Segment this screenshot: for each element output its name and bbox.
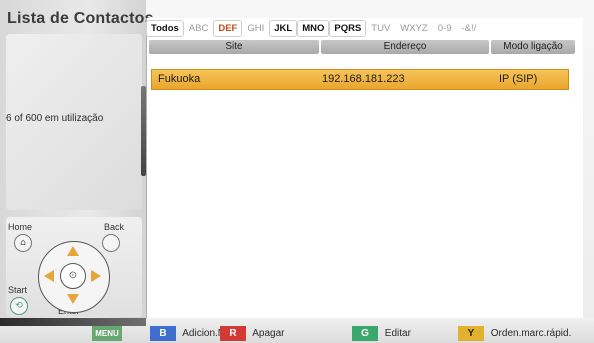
header-site: Site bbox=[149, 40, 319, 54]
y-badge: Y bbox=[458, 326, 484, 341]
header-mode: Modo ligação bbox=[491, 40, 575, 54]
tab-todos[interactable]: Todos bbox=[147, 20, 183, 36]
start-label: Start bbox=[8, 285, 28, 295]
speed-dial-order-label: Orden.marc.rápid. bbox=[490, 328, 572, 339]
delete-label: Apagar bbox=[252, 328, 285, 339]
table-header: Site Endereço Modo ligação bbox=[149, 40, 581, 54]
tab-abc[interactable]: ABC bbox=[185, 21, 213, 36]
back-label: Back bbox=[104, 222, 125, 232]
site-cell: Fukuoka bbox=[158, 73, 201, 85]
contact-list-screen: Lista de Contactos 6 of 600 em utilizaçã… bbox=[0, 0, 594, 343]
left-arrow-icon[interactable] bbox=[44, 270, 54, 282]
alphabet-tabs: Todos ABC DEF GHI JKL MNO PQRS TUV WXYZ … bbox=[147, 18, 482, 38]
r-badge: R bbox=[220, 326, 246, 341]
menu-key[interactable]: MENU bbox=[92, 326, 126, 341]
enter-icon[interactable]: ⊙ bbox=[60, 263, 86, 289]
tab-tuv[interactable]: TUV bbox=[367, 21, 394, 36]
usage-text: 6 of 600 em utilização bbox=[6, 113, 104, 124]
tab-wxyz[interactable]: WXYZ bbox=[396, 21, 431, 36]
tab-symbols[interactable]: -&!/ bbox=[457, 21, 480, 36]
b-badge: B bbox=[150, 326, 176, 341]
tab-ghi[interactable]: GHI bbox=[243, 21, 268, 36]
page-title: Lista de Contactos bbox=[7, 10, 154, 27]
bottom-accent bbox=[0, 318, 146, 326]
down-arrow-icon[interactable] bbox=[67, 294, 79, 304]
home-label: Home bbox=[8, 222, 33, 232]
tab-def[interactable]: DEF bbox=[214, 21, 241, 36]
start-icon[interactable]: ⟲ bbox=[10, 297, 28, 315]
tab-jkl[interactable]: JKL bbox=[270, 20, 297, 36]
edit-label: Editar bbox=[384, 328, 411, 339]
delete-key[interactable]: R Apagar bbox=[220, 326, 284, 341]
mode-cell: IP (SIP) bbox=[499, 73, 538, 85]
edit-key[interactable]: G Editar bbox=[352, 326, 411, 341]
home-icon[interactable]: ⌂ bbox=[14, 234, 32, 252]
g-badge: G bbox=[352, 326, 378, 341]
back-icon[interactable] bbox=[102, 234, 120, 252]
tab-mno[interactable]: MNO bbox=[298, 20, 329, 36]
header-address: Endereço bbox=[321, 40, 489, 54]
menu-badge: MENU bbox=[92, 326, 122, 341]
tab-pqrs[interactable]: PQRS bbox=[330, 20, 366, 36]
table-row[interactable]: Fukuoka 192.168.181.223 IP (SIP) bbox=[151, 69, 569, 90]
address-cell: 192.168.181.223 bbox=[322, 73, 405, 85]
tab-0-9[interactable]: 0-9 bbox=[434, 21, 456, 36]
up-arrow-icon[interactable] bbox=[67, 246, 79, 256]
speed-dial-order-key[interactable]: Y Orden.marc.rápid. bbox=[458, 326, 571, 341]
right-arrow-icon[interactable] bbox=[91, 270, 101, 282]
contacts-panel: Todos ABC DEF GHI JKL MNO PQRS TUV WXYZ … bbox=[146, 18, 583, 318]
